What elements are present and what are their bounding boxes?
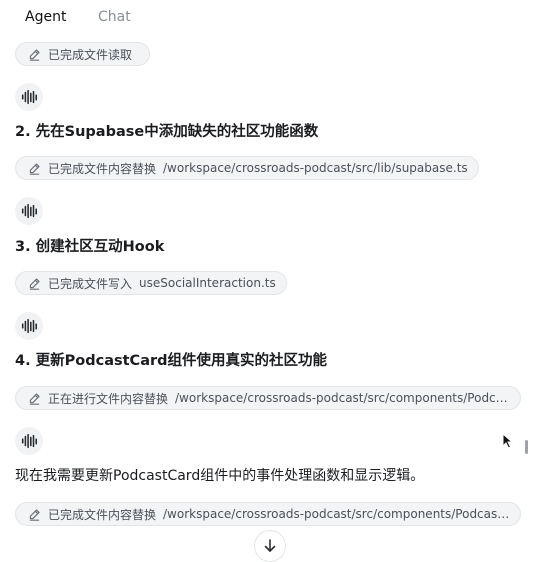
- tool-status: 已完成文件内容替换: [48, 161, 157, 176]
- tool-file-path: /workspace/crossroads-podcast/src/compon…: [175, 391, 510, 405]
- tool-call-pill[interactable]: 已完成文件读取: [15, 42, 151, 66]
- agent-avatar: [15, 197, 43, 225]
- agent-avatar: [15, 312, 43, 340]
- tool-status: 已完成文件写入: [48, 276, 133, 291]
- mouse-cursor-icon: [502, 433, 513, 449]
- step-heading: 4. 更新PodcastCard组件使用真实的社区功能: [15, 353, 328, 369]
- waveform-icon: [21, 318, 37, 334]
- step-heading: 3. 创建社区互动Hook: [15, 239, 165, 255]
- tool-call-pill[interactable]: 已完成文件内容替换 /workspace/crossroads-podcast/…: [15, 156, 479, 180]
- feed-scrollbar[interactable]: [525, 440, 528, 454]
- pencil-icon: [29, 392, 40, 405]
- waveform-icon: [21, 203, 37, 219]
- tab-chat[interactable]: Chat: [98, 9, 131, 25]
- pencil-icon: [29, 508, 40, 521]
- tool-file-path: /workspace/crossroads-podcast/src/compon…: [163, 507, 510, 521]
- tool-status: 正在进行文件内容替换: [48, 391, 169, 406]
- tool-file-path: /workspace/crossroads-podcast/src/lib/su…: [163, 161, 468, 175]
- scroll-to-bottom-button[interactable]: [254, 530, 286, 562]
- tool-file-path: useSocialInteraction.ts: [139, 276, 276, 290]
- tool-call-pill[interactable]: 已完成文件内容替换 /workspace/crossroads-podcast/…: [15, 502, 521, 526]
- waveform-icon: [21, 433, 37, 449]
- tool-call-pill[interactable]: 正在进行文件内容替换 /workspace/crossroads-podcast…: [15, 386, 521, 410]
- tab-agent[interactable]: Agent: [25, 9, 66, 25]
- agent-message-text: 现在我需要更新PodcastCard组件中的事件处理函数和显示逻辑。: [15, 468, 425, 484]
- agent-avatar: [15, 83, 43, 111]
- pencil-icon: [29, 277, 40, 290]
- agent-avatar: [15, 427, 43, 455]
- step-heading: 2. 先在Supabase中添加缺失的社区功能函数: [15, 124, 319, 140]
- waveform-icon: [21, 89, 37, 105]
- tool-call-pill[interactable]: 已完成文件写入 useSocialInteraction.ts: [15, 271, 287, 295]
- mode-tabs: Agent Chat: [0, 0, 540, 34]
- pencil-icon: [29, 48, 40, 61]
- tool-status: 已完成文件读取: [48, 47, 133, 62]
- tool-status: 已完成文件内容替换: [48, 507, 157, 522]
- pencil-icon: [29, 162, 40, 175]
- agent-message-feed[interactable]: 已完成文件读取 2. 先在Supabase中添加缺失的社区功能函数 已完成文件内…: [0, 34, 528, 548]
- arrow-down-icon: [264, 539, 276, 552]
